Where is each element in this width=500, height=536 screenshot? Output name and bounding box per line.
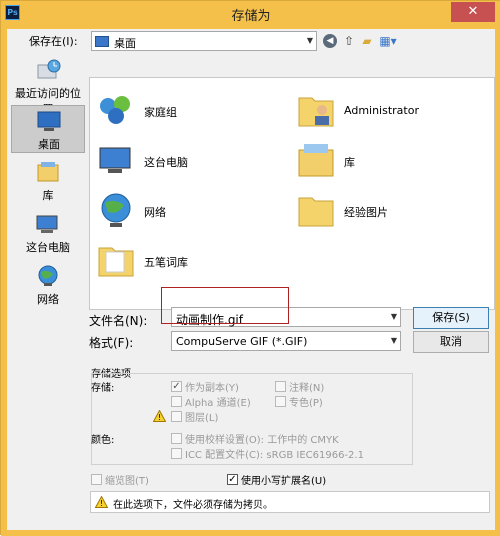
recent-places-icon	[37, 59, 61, 79]
place-library[interactable]: 库	[11, 157, 85, 205]
network-globe-icon	[101, 193, 131, 227]
filename-label: 文件名(N):	[89, 314, 148, 328]
cancel-button[interactable]: 取消	[413, 331, 489, 353]
user-folder-icon	[298, 97, 334, 127]
svg-text:!: !	[158, 413, 161, 422]
file-name: 库	[344, 156, 355, 169]
warning-message-box: ! 在此选项下，文件必须存储为拷贝。	[90, 491, 490, 513]
dialog-title: 存储为	[231, 9, 271, 24]
title-bar: Ps 存储为 ✕	[1, 1, 500, 29]
save-label: 存储:	[91, 383, 115, 394]
spot-label: 专色(P)	[289, 398, 323, 409]
format-select[interactable]: CompuServe GIF (*.GIF) ▼	[171, 331, 401, 351]
icc-label: ICC 配置文件(C): sRGB IEC61966-2.1	[185, 450, 364, 461]
back-icon[interactable]: ◀	[323, 34, 337, 48]
desktop-icon	[37, 111, 61, 131]
folder-icon	[98, 247, 134, 277]
chevron-down-icon: ▼	[390, 336, 397, 345]
layers-checkbox[interactable]	[171, 411, 182, 422]
place-desktop[interactable]: 桌面	[11, 105, 85, 153]
save-in-value: 桌面	[114, 37, 136, 50]
homegroup-icon	[100, 96, 130, 124]
thumbnail-checkbox[interactable]	[91, 474, 102, 485]
up-folder-icon[interactable]: ⇧	[341, 33, 357, 49]
chevron-down-icon: ▼	[306, 36, 313, 45]
place-network[interactable]: 网络	[11, 261, 85, 309]
computer-icon	[99, 147, 131, 173]
alpha-checkbox[interactable]	[171, 396, 182, 407]
notes-checkbox[interactable]	[275, 381, 286, 392]
save-in-label: 保存在(I):	[29, 35, 78, 48]
lowercase-ext-label: 使用小写扩展名(U)	[241, 476, 327, 487]
library-icon	[37, 162, 59, 182]
icc-checkbox[interactable]	[171, 448, 182, 459]
proof-label: 使用校样设置(O): 工作中的 CMYK	[185, 435, 339, 446]
save-in-select[interactable]: 桌面 ▼	[91, 31, 317, 51]
alpha-label: Alpha 通道(E)	[185, 398, 251, 409]
file-name: 经验图片	[344, 206, 388, 219]
dialog-body: 保存在(I): 桌面 ▼ ◀ ⇧ ▰ ▦▾ 最近访问的位置 桌面 库	[1, 29, 500, 536]
spot-checkbox[interactable]	[275, 396, 286, 407]
computer-icon	[36, 215, 58, 233]
format-label: 格式(F):	[89, 336, 134, 350]
thumbnail-label: 缩览图(T)	[105, 476, 149, 487]
file-name: 这台电脑	[144, 156, 188, 169]
file-list: 家庭组 Administrator 这台电脑 库 网络 经验图片 五笔词库	[89, 77, 495, 310]
svg-text:!: !	[100, 499, 103, 508]
desktop-folder-icon	[95, 36, 109, 47]
file-name: 家庭组	[144, 106, 177, 119]
place-label: 桌面	[38, 138, 60, 151]
place-this-pc[interactable]: 这台电脑	[11, 209, 85, 257]
warning-icon: !	[95, 496, 108, 508]
close-button[interactable]: ✕	[451, 2, 495, 22]
places-bar: 最近访问的位置 桌面 库 这台电脑 网络	[11, 59, 85, 349]
library-icon	[298, 144, 334, 177]
notes-label: 注释(N)	[289, 383, 325, 394]
as-copy-checkbox[interactable]: ✓	[171, 381, 182, 392]
chevron-down-icon: ▼	[390, 312, 397, 321]
warning-icon: !	[153, 410, 166, 422]
save-as-dialog: Ps 存储为 ✕ 保存在(I): 桌面 ▼ ◀ ⇧ ▰ ▦▾ 最近访问的位置 桌…	[0, 0, 500, 536]
proof-checkbox[interactable]	[171, 433, 182, 444]
layers-label: 图层(L)	[185, 413, 219, 424]
new-folder-icon[interactable]: ▰	[359, 33, 375, 49]
place-recent[interactable]: 最近访问的位置	[11, 55, 85, 116]
view-menu-icon[interactable]: ▦▾	[377, 33, 399, 49]
network-globe-icon	[38, 265, 58, 286]
file-name: 网络	[144, 206, 166, 219]
warning-message: 在此选项下，文件必须存储为拷贝。	[113, 500, 273, 511]
color-label: 颜色:	[91, 435, 115, 446]
place-label: 库	[42, 189, 54, 202]
file-name: Administrator	[344, 104, 419, 117]
file-name: 五笔词库	[144, 256, 188, 269]
as-copy-label: 作为副本(Y)	[185, 383, 239, 394]
annotation-highlight	[161, 287, 289, 324]
folder-icon	[298, 197, 334, 227]
format-value: CompuServe GIF (*.GIF)	[176, 335, 308, 348]
lowercase-ext-checkbox[interactable]: ✓	[227, 474, 238, 485]
save-button[interactable]: 保存(S)	[413, 307, 489, 329]
place-label: 网络	[37, 293, 59, 306]
place-label: 这台电脑	[26, 241, 70, 254]
